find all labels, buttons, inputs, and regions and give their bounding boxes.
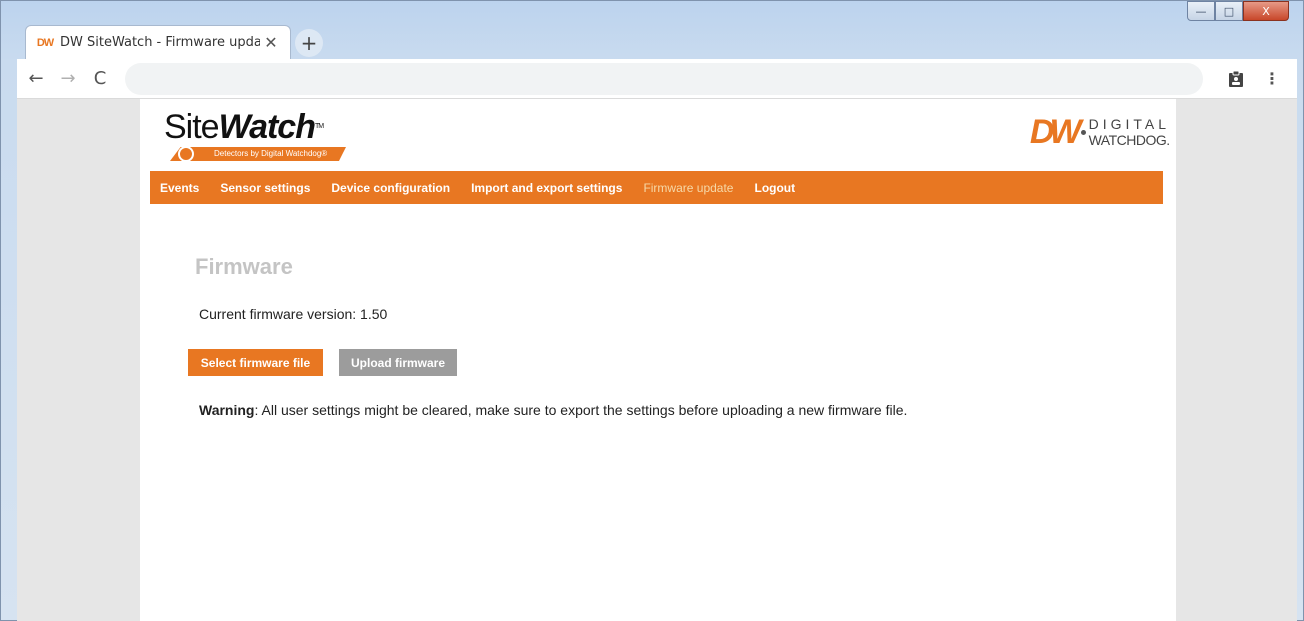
nav-device-configuration[interactable]: Device configuration (331, 181, 450, 195)
clipboard-extension-icon[interactable] (1223, 66, 1249, 92)
dw-mark: DW (1029, 113, 1082, 151)
firmware-version-value: 1.50 (360, 306, 388, 322)
tab-title: DW SiteWatch - Firmware update (60, 35, 260, 50)
warning-text: : All user settings might be cleared, ma… (254, 402, 908, 418)
browser-tab[interactable]: DW DW SiteWatch - Firmware update ✕ (25, 25, 291, 59)
new-tab-button[interactable]: + (295, 29, 323, 57)
tab-close-icon[interactable]: ✕ (262, 33, 280, 52)
nav-import-export-settings[interactable]: Import and export settings (471, 181, 622, 195)
sitewatch-logo: SiteWatchTM Detectors by Digital Watchdo… (164, 109, 346, 161)
browser-viewport: SiteWatchTM Detectors by Digital Watchdo… (17, 99, 1297, 621)
forward-arrow-icon[interactable]: → (55, 66, 81, 92)
reload-icon[interactable]: C (87, 66, 113, 92)
dw-text-line1: DIGITAL (1088, 116, 1170, 132)
browser-window: — □ X DW DW SiteWatch - Firmware update … (0, 0, 1304, 621)
dw-text-line2: WATCHDOG. (1088, 132, 1171, 148)
dw-dot-icon (1080, 129, 1086, 135)
address-bar[interactable] (125, 62, 1203, 95)
nav-logout[interactable]: Logout (754, 181, 795, 195)
sitewatch-emblem-icon (178, 147, 194, 161)
back-arrow-icon[interactable]: ← (23, 66, 49, 92)
warning-message: Warning: All user settings might be clea… (199, 402, 907, 418)
page-title: Firmware (195, 254, 293, 279)
firmware-version: Current firmware version: 1.50 (199, 306, 387, 322)
main-nav: Events Sensor settings Device configurat… (150, 171, 1163, 204)
brand-tm: TM (314, 123, 324, 130)
tab-strip: DW DW SiteWatch - Firmware update ✕ + (9, 9, 1297, 59)
sitewatch-tagline: Detectors by Digital Watchdog® (170, 147, 346, 161)
sitewatch-page: SiteWatchTM Detectors by Digital Watchdo… (140, 99, 1176, 621)
page-header: SiteWatchTM Detectors by Digital Watchdo… (140, 99, 1176, 171)
kebab-menu-icon[interactable]: ⋮ (1259, 66, 1285, 92)
nav-events[interactable]: Events (160, 181, 199, 195)
upload-firmware-button[interactable]: Upload firmware (339, 349, 457, 376)
warning-label: Warning (199, 402, 255, 418)
firmware-version-label: Current firmware version: (199, 306, 361, 322)
browser-toolbar: ← → C ⋮ (17, 59, 1297, 99)
brand-site-text: Site (164, 108, 220, 146)
dw-favicon-icon: DW (36, 36, 54, 49)
nav-firmware-update[interactable]: Firmware update (643, 181, 733, 195)
select-firmware-file-button[interactable]: Select firmware file (188, 349, 323, 376)
brand-watch-text: Watch (218, 108, 316, 146)
nav-sensor-settings[interactable]: Sensor settings (220, 181, 310, 195)
digital-watchdog-logo: DW DIGITAL WATCHDOG. (1030, 115, 1170, 149)
